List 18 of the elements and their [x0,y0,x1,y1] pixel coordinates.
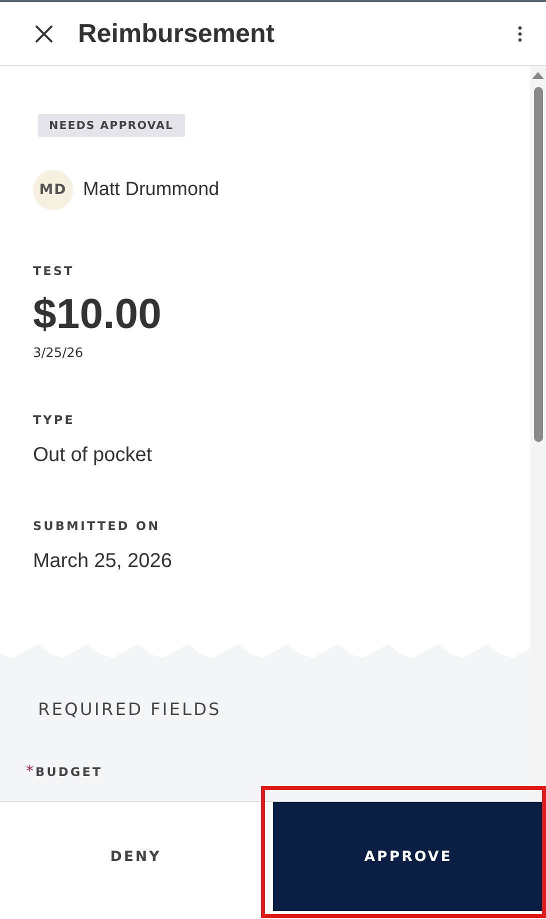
scrollbar[interactable] [530,66,546,801]
window-title: Reimbursement [78,18,276,49]
more-options-icon[interactable] [518,26,522,42]
submitter-name: Matt Drummond [83,179,220,201]
close-icon[interactable] [34,24,54,44]
expense-label: TEST [33,264,76,278]
avatar: MD [33,170,73,210]
detail-label: SUBMITTED ON [33,519,162,533]
amount: $10.00 [33,290,162,338]
approve-button[interactable]: APPROVE [272,802,544,911]
detail-label: TYPE [33,413,76,427]
field-label: BUDGET [36,765,103,779]
required-asterisk: * [26,762,34,780]
detail-value: March 25, 2026 [33,550,173,573]
status-badge: NEEDS APPROVAL [38,114,185,137]
detail-value: Out of pocket [33,444,153,467]
expense-date: 3/25/26 [33,346,84,361]
section-title: REQUIRED FIELDS [38,700,222,720]
